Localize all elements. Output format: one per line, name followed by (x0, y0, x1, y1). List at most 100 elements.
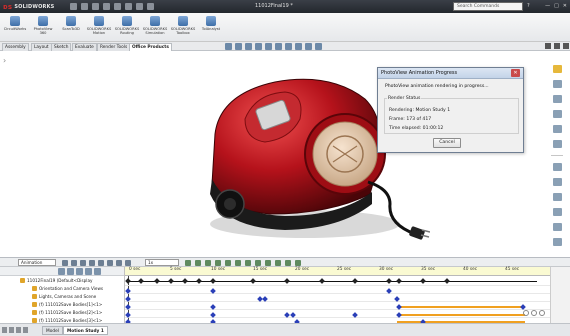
filter-driving-icon[interactable] (67, 268, 74, 275)
results-icon[interactable] (285, 260, 291, 266)
viewport-restore-icon[interactable] (554, 43, 560, 49)
tab-evaluate[interactable]: Evaluate (72, 43, 97, 51)
body-track-bar[interactable] (397, 306, 525, 308)
motor-icon[interactable] (225, 260, 231, 266)
custom-properties-icon[interactable] (552, 125, 562, 133)
keypoint[interactable] (182, 278, 188, 284)
file-explorer-icon[interactable] (552, 95, 562, 103)
timeline-tracks[interactable] (125, 276, 550, 325)
undo-icon[interactable] (114, 3, 121, 10)
grid-icon[interactable] (552, 208, 562, 216)
new-icon[interactable] (70, 3, 77, 10)
gravity-icon[interactable] (275, 260, 281, 266)
rebuild-icon[interactable] (136, 3, 143, 10)
routing-button[interactable]: SOLIDWORKS Routing (114, 15, 140, 40)
hide-show-icon[interactable] (285, 43, 292, 50)
calculate-icon[interactable] (62, 260, 68, 266)
apply-scene-icon[interactable] (305, 43, 312, 50)
tab-layout[interactable]: Layout (31, 43, 52, 51)
section-view-icon[interactable] (255, 43, 262, 50)
viewport-close-icon[interactable] (563, 43, 569, 49)
tab-office-products[interactable]: Office Products (129, 43, 172, 51)
viewport-minimize-icon[interactable] (545, 43, 551, 49)
playback-speed-select[interactable]: 1x (145, 259, 179, 266)
keypoint[interactable] (386, 278, 392, 284)
zoom-to-fit-icon[interactable] (225, 43, 232, 50)
timeline-scrollbar[interactable] (550, 267, 570, 323)
photoview-button[interactable]: PhotoView 360 (30, 15, 56, 40)
keypoint[interactable] (420, 278, 426, 284)
loop-icon[interactable] (107, 260, 113, 266)
solidworks-resources-icon[interactable] (552, 140, 562, 148)
first-tab-icon[interactable] (2, 327, 7, 333)
appearances-icon[interactable] (552, 65, 562, 73)
cancel-button[interactable]: Cancel (433, 138, 461, 148)
app-logo[interactable]: ᴅs SOLIDWORKS (3, 2, 54, 11)
tab-assembly[interactable]: Assembly (2, 43, 29, 51)
keypoint[interactable] (168, 278, 174, 284)
filter-selected-icon[interactable] (76, 268, 83, 275)
view-settings-icon[interactable] (315, 43, 322, 50)
design-library-icon[interactable] (552, 80, 562, 88)
last-tab-icon[interactable] (23, 327, 28, 333)
zoom-out-icon[interactable] (531, 310, 537, 316)
minimize-button[interactable]: — (545, 3, 550, 9)
view-palette-icon[interactable] (552, 110, 562, 118)
keypoint[interactable] (319, 278, 325, 284)
rotate-icon[interactable] (552, 163, 562, 171)
tolanalyst-button[interactable]: TolAnalyst (198, 15, 224, 40)
study-properties-icon[interactable] (295, 260, 301, 266)
simulation-button[interactable]: SOLIDWORKS Simulation (142, 15, 168, 40)
keypoint[interactable] (138, 278, 144, 284)
keypoint[interactable] (210, 278, 216, 284)
time-ruler[interactable]: 0 sec 5 sec 10 sec 15 sec 20 sec 25 sec … (125, 267, 550, 276)
close-button[interactable]: ✕ (563, 3, 567, 9)
filter-animated-icon[interactable] (58, 268, 65, 275)
zoom-area-icon[interactable] (235, 43, 242, 50)
tree-item-assembly[interactable]: 11012Final19 (Default<Display (0, 277, 124, 285)
save-animation-icon[interactable] (185, 260, 191, 266)
tree-item-lights[interactable]: Lights, Cameras and Scene (0, 293, 124, 301)
autokey-icon[interactable] (205, 260, 211, 266)
tab-motion-study-1[interactable]: Motion Study 1 (63, 326, 108, 335)
feature-manager-toggle-icon[interactable]: › (3, 56, 11, 66)
print-icon[interactable] (103, 3, 110, 10)
keypoint[interactable] (250, 278, 256, 284)
keypoint[interactable] (284, 278, 290, 284)
open-icon[interactable] (81, 3, 88, 10)
keypoint[interactable] (396, 278, 402, 284)
body-track-bar[interactable] (397, 314, 525, 316)
play-from-start-icon[interactable] (71, 260, 77, 266)
maximize-button[interactable]: □ (554, 3, 559, 9)
measure-icon[interactable] (552, 193, 562, 201)
stop-icon[interactable] (89, 260, 95, 266)
zoom-timeline-icon[interactable] (94, 268, 101, 275)
tree-item-body-1[interactable]: (f) 111012Save Bodies[1]<1> (0, 301, 124, 309)
tree-item-body-2[interactable]: (f) 111012Save Bodies[2]<1> (0, 309, 124, 317)
contact-icon[interactable] (265, 260, 271, 266)
pan-icon[interactable] (552, 178, 562, 186)
play-icon[interactable] (80, 260, 86, 266)
tree-item-orientation[interactable]: Orientation and Camera Views (0, 285, 124, 293)
edit-appearance-icon[interactable] (295, 43, 302, 50)
select-icon[interactable] (125, 3, 132, 10)
dialog-close-button[interactable]: ✕ (511, 69, 520, 77)
zoom-fit-icon[interactable] (539, 310, 545, 316)
reciprocate-icon[interactable] (116, 260, 122, 266)
tab-render-tools[interactable]: Render Tools (97, 43, 131, 51)
filter-results-icon[interactable] (85, 268, 92, 275)
keypoint[interactable] (444, 278, 450, 284)
display-style-icon[interactable] (275, 43, 282, 50)
playback-mode-icon[interactable] (98, 260, 104, 266)
tab-model[interactable]: Model (42, 326, 63, 335)
motion-button[interactable]: SOLIDWORKS Motion (86, 15, 112, 40)
layers-icon[interactable] (552, 223, 562, 231)
zoom-in-icon[interactable] (523, 310, 529, 316)
previous-view-icon[interactable] (245, 43, 252, 50)
circuitworks-button[interactable]: CircuitWorks (2, 15, 28, 40)
damper-icon[interactable] (245, 260, 251, 266)
motion-timeline[interactable]: 0 sec 5 sec 10 sec 15 sec 20 sec 25 sec … (125, 267, 550, 325)
keypoint[interactable] (196, 278, 202, 284)
toolbox-button[interactable]: SOLIDWORKS Toolbox (170, 15, 196, 40)
animation-wizard-icon[interactable] (195, 260, 201, 266)
